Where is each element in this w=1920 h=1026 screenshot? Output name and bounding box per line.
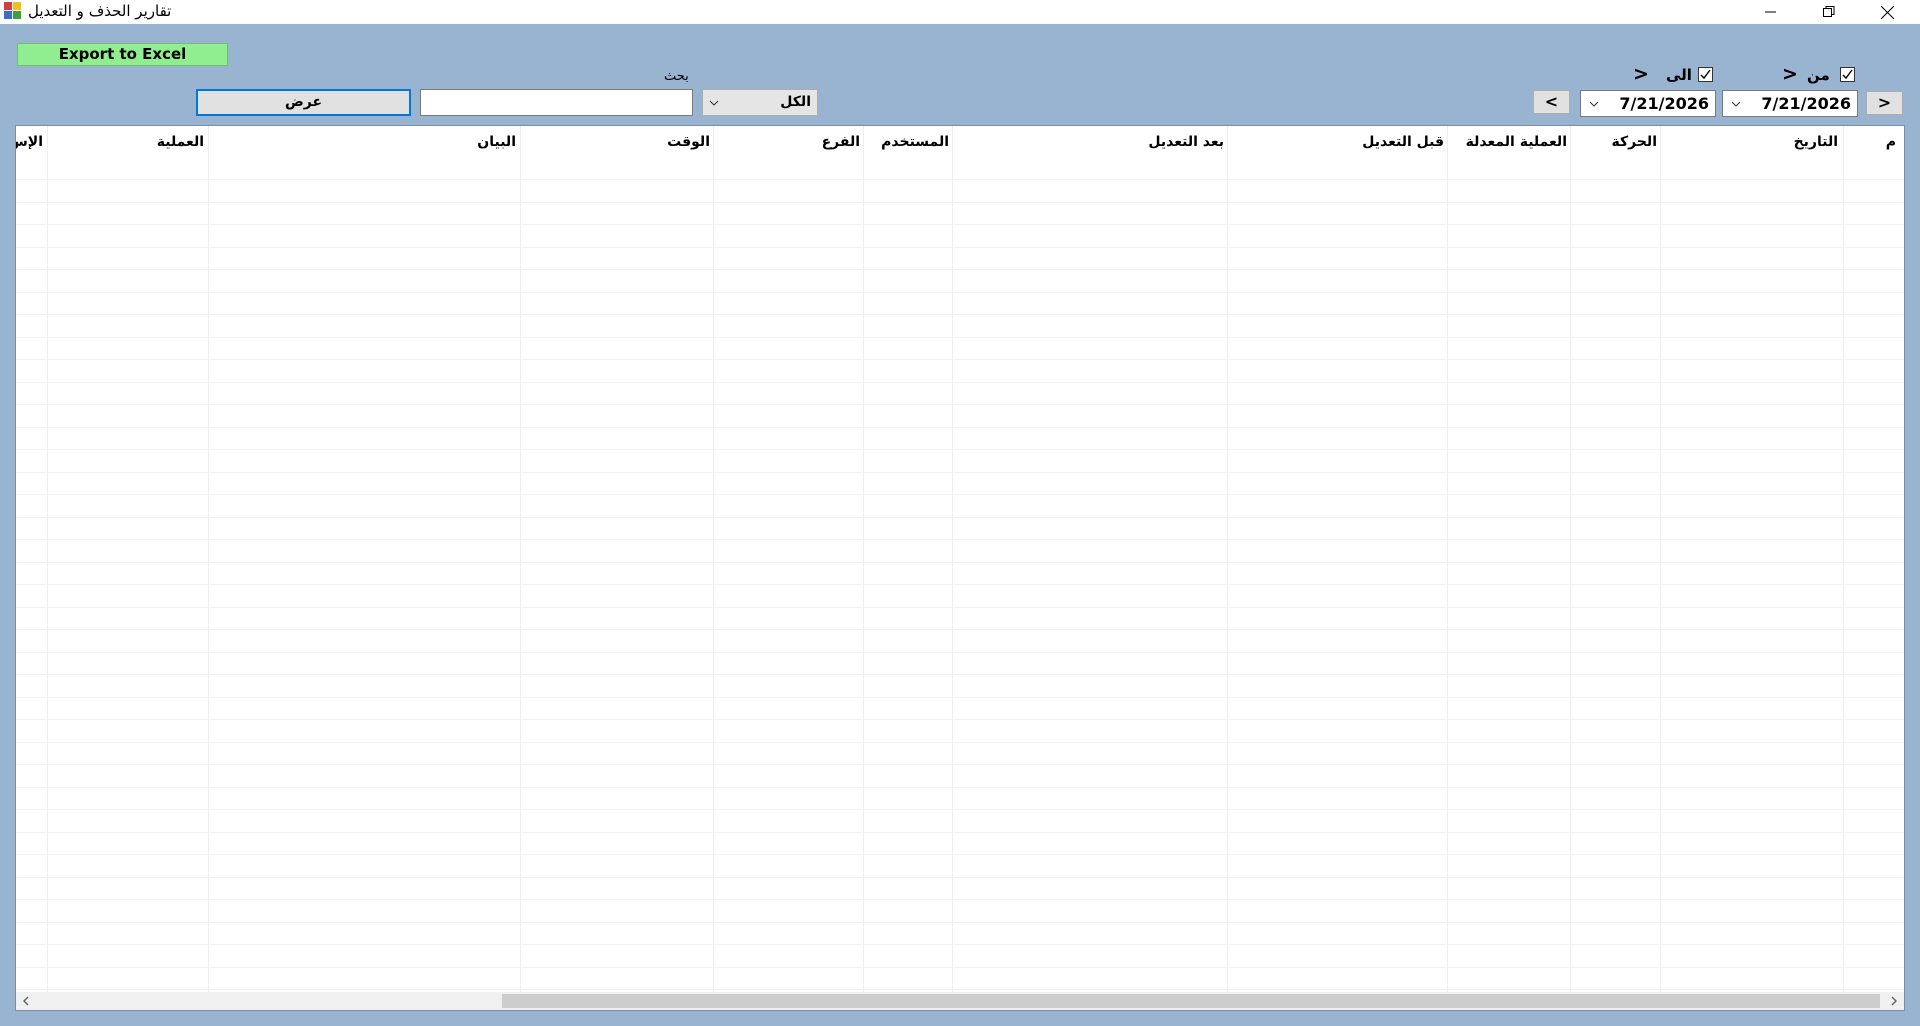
restore-button[interactable] xyxy=(1800,0,1858,24)
grid-row-divider xyxy=(16,652,1904,653)
column-header-date[interactable]: التاريخ xyxy=(1794,134,1838,150)
grid-row-divider xyxy=(16,832,1904,833)
grid-row-divider xyxy=(16,607,1904,608)
minimize-icon xyxy=(1765,11,1776,13)
title-bar: تقارير الحذف و التعديل xyxy=(0,0,1920,24)
from-arrow-label: > xyxy=(1782,63,1798,85)
scrollbar-thumb[interactable] xyxy=(502,994,1880,1008)
scope-select[interactable]: الكل xyxy=(702,89,818,116)
show-button[interactable]: عرض xyxy=(196,89,411,116)
column-header-user[interactable]: المستخدم xyxy=(881,134,949,150)
grid-column-divider xyxy=(47,126,48,992)
grid-row-divider xyxy=(16,247,1904,248)
chevron-down-icon xyxy=(1731,101,1741,107)
to-date-nav-button[interactable]: < xyxy=(1533,90,1570,114)
grid-row-divider xyxy=(16,787,1904,788)
grid-row-divider xyxy=(16,359,1904,360)
from-label: من xyxy=(1807,66,1830,84)
to-date-value: 7/21/2026 xyxy=(1619,94,1709,113)
grid-row-divider xyxy=(16,697,1904,698)
grid-row-divider xyxy=(16,382,1904,383)
grid-column-divider xyxy=(208,126,209,992)
grid-column-divider xyxy=(713,126,714,992)
column-header-modified-operation[interactable]: العملية المعدلة xyxy=(1466,134,1567,150)
column-header-description[interactable]: البيان xyxy=(477,134,516,150)
grid-row-divider xyxy=(16,719,1904,720)
column-header-after-edit[interactable]: بعد التعديل xyxy=(1148,134,1224,150)
column-header-index[interactable]: م xyxy=(1886,134,1896,150)
grid-column-divider xyxy=(1447,126,1448,992)
data-grid[interactable]: م التاريخ الحركة العملية المعدلة قبل الت… xyxy=(15,125,1905,1011)
to-label: الى xyxy=(1666,66,1692,84)
from-date-checkbox[interactable] xyxy=(1840,67,1855,82)
to-date-picker[interactable]: 7/21/2026 xyxy=(1580,90,1716,117)
column-header-name[interactable]: الإس xyxy=(16,134,43,150)
scroll-right-icon[interactable] xyxy=(1888,995,1900,1007)
to-date-checkbox[interactable] xyxy=(1698,67,1713,82)
search-input[interactable] xyxy=(420,89,693,116)
column-header-before-edit[interactable]: قبل التعديل xyxy=(1362,134,1444,150)
restore-icon xyxy=(1823,6,1835,17)
chevron-down-icon xyxy=(1589,101,1599,107)
grid-row-divider xyxy=(16,989,1904,990)
grid-row-divider xyxy=(16,562,1904,563)
grid-column-divider xyxy=(1660,126,1661,992)
grid-row-divider xyxy=(16,224,1904,225)
grid-row-divider xyxy=(16,629,1904,630)
search-label: بحث xyxy=(664,69,689,84)
window-title: تقارير الحذف و التعديل xyxy=(28,2,172,20)
grid-column-divider xyxy=(1843,126,1844,992)
grid-column-divider xyxy=(1570,126,1571,992)
minimize-button[interactable] xyxy=(1742,0,1800,24)
grid-row-divider xyxy=(16,517,1904,518)
from-date-picker[interactable]: 7/21/2026 xyxy=(1722,90,1858,117)
grid-row-divider xyxy=(16,854,1904,855)
grid-row-divider xyxy=(16,449,1904,450)
column-header-time[interactable]: الوقت xyxy=(667,134,710,150)
grid-row-divider xyxy=(16,584,1904,585)
grid-row-divider xyxy=(16,899,1904,900)
grid-column-divider xyxy=(520,126,521,992)
grid-row-divider xyxy=(16,809,1904,810)
column-header-branch[interactable]: الفرع xyxy=(822,134,860,150)
grid-row-divider xyxy=(16,404,1904,405)
grid-row-divider xyxy=(16,202,1904,203)
scope-select-value: الكل xyxy=(780,94,811,110)
checkmark-icon xyxy=(1700,69,1711,80)
grid-row-divider xyxy=(16,922,1904,923)
column-header-operation[interactable]: العملية xyxy=(157,134,204,150)
from-date-value: 7/21/2026 xyxy=(1761,94,1851,113)
chevron-down-icon xyxy=(709,100,719,106)
close-icon xyxy=(1880,5,1894,19)
grid-row-divider xyxy=(16,764,1904,765)
grid-row-divider xyxy=(16,269,1904,270)
grid-row-divider xyxy=(16,967,1904,968)
grid-row-divider xyxy=(16,674,1904,675)
grid-column-divider xyxy=(952,126,953,992)
grid-column-divider xyxy=(863,126,864,992)
horizontal-scrollbar[interactable] xyxy=(16,992,1904,1010)
grid-row-divider xyxy=(16,179,1904,180)
scroll-left-icon[interactable] xyxy=(20,995,32,1007)
grid-row-divider xyxy=(16,337,1904,338)
export-to-excel-button[interactable]: Export to Excel xyxy=(17,43,228,66)
grid-row-divider xyxy=(16,877,1904,878)
from-date-nav-button[interactable]: > xyxy=(1866,91,1903,115)
grid-row-divider xyxy=(16,742,1904,743)
grid-row-divider xyxy=(16,472,1904,473)
grid-row-divider xyxy=(16,494,1904,495)
checkmark-icon xyxy=(1842,69,1853,80)
grid-row-divider xyxy=(16,292,1904,293)
data-grid-body: م التاريخ الحركة العملية المعدلة قبل الت… xyxy=(16,126,1904,992)
grid-column-divider xyxy=(1227,126,1228,992)
grid-row-divider xyxy=(16,944,1904,945)
grid-row-divider xyxy=(16,539,1904,540)
grid-row-divider xyxy=(16,314,1904,315)
report-app-icon xyxy=(4,2,22,20)
to-arrow-label: > xyxy=(1633,63,1649,85)
close-button[interactable] xyxy=(1858,0,1916,24)
grid-row-divider xyxy=(16,427,1904,428)
column-header-movement[interactable]: الحركة xyxy=(1612,134,1658,150)
